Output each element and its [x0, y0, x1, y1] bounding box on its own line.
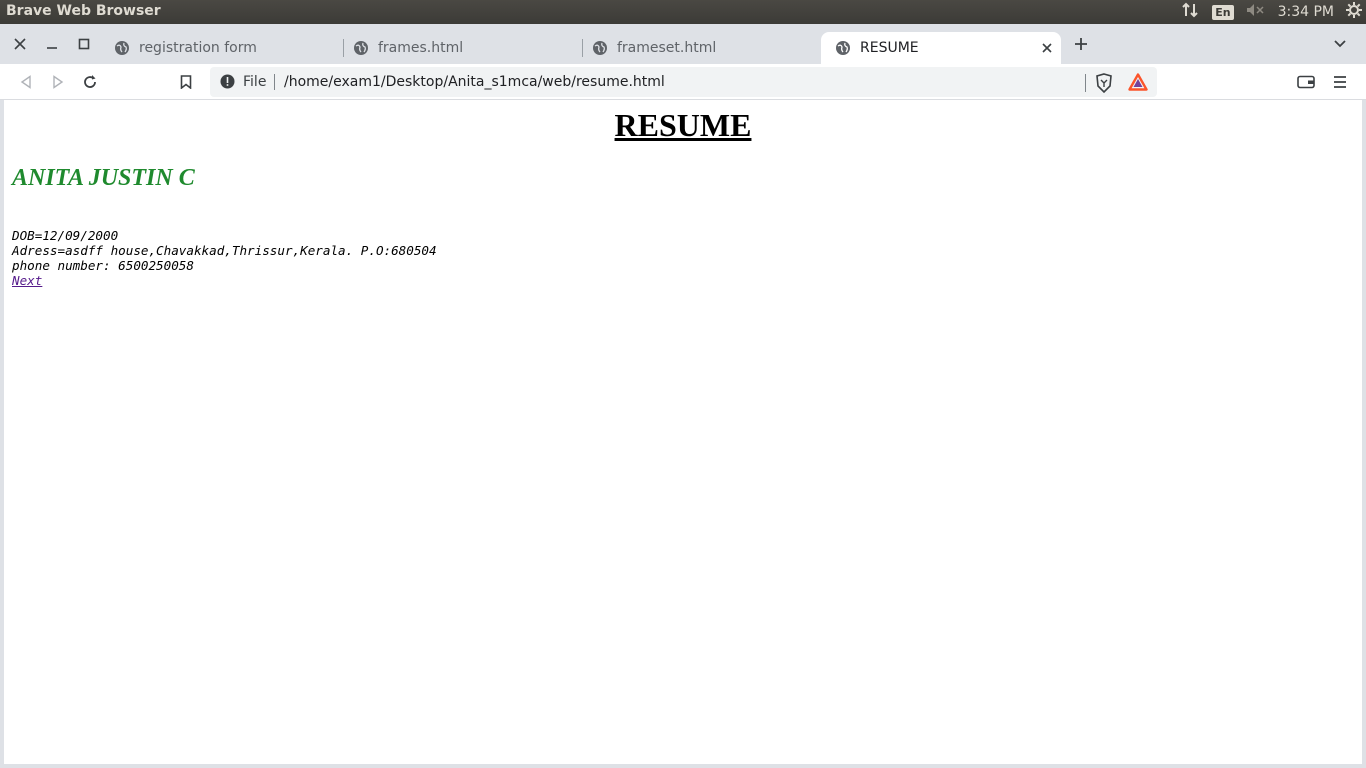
tab-close-icon[interactable] — [1039, 40, 1055, 56]
window-frame-right — [1362, 100, 1366, 768]
window-minimize-icon[interactable] — [38, 30, 66, 58]
window-maximize-icon[interactable] — [70, 30, 98, 58]
next-link[interactable]: Next — [12, 273, 42, 288]
tab-strip: registration form frames.html frameset.h… — [0, 24, 1366, 64]
globe-icon — [114, 40, 130, 56]
address-line: Adress=asdff house,Chavakkad,Thrissur,Ke… — [12, 243, 437, 258]
menu-hamburger-icon[interactable] — [1328, 70, 1352, 94]
volume-muted-icon[interactable] — [1246, 3, 1266, 21]
tab-resume[interactable]: RESUME — [821, 32, 1061, 64]
globe-icon — [592, 40, 608, 56]
url-divider — [274, 74, 275, 90]
tab-frames-html[interactable]: frames.html — [339, 32, 583, 64]
tab-registration-form[interactable]: registration form — [100, 32, 344, 64]
site-info-icon[interactable] — [220, 74, 235, 93]
globe-icon — [835, 40, 851, 56]
forward-arrow-icon[interactable] — [46, 70, 70, 94]
bookmark-icon[interactable] — [174, 70, 198, 94]
brave-rewards-icon[interactable] — [1128, 73, 1148, 95]
back-arrow-icon[interactable] — [14, 70, 38, 94]
keyboard-language-indicator[interactable]: En — [1212, 4, 1234, 20]
tab-label: RESUME — [860, 40, 919, 56]
tab-label: registration form — [139, 40, 257, 56]
address-bar[interactable]: File /home/exam1/Desktop/Anita_s1mca/web… — [210, 67, 1157, 97]
settings-gear-icon[interactable] — [1346, 2, 1362, 22]
url-text[interactable]: /home/exam1/Desktop/Anita_s1mca/web/resu… — [284, 74, 665, 90]
window-frame-bottom — [0, 764, 1366, 768]
tab-label: frames.html — [378, 40, 464, 56]
system-tray: En 3:34 PM — [1182, 0, 1366, 24]
tab-label: frameset.html — [617, 40, 717, 56]
app-title: Brave Web Browser — [6, 3, 161, 19]
globe-icon — [353, 40, 369, 56]
window-close-icon[interactable] — [6, 30, 34, 58]
clock[interactable]: 3:34 PM — [1278, 4, 1334, 20]
page-content: RESUME ANITA JUSTIN C DOB=12/09/2000 Adr… — [4, 101, 1362, 764]
phone-line: phone number: 6500250058 — [12, 258, 194, 273]
system-top-bar: Brave Web Browser En 3:34 PM — [0, 0, 1366, 24]
dob-line: DOB=12/09/2000 — [12, 228, 119, 243]
tab-frameset-html[interactable]: frameset.html — [578, 32, 822, 64]
reload-icon[interactable] — [78, 70, 102, 94]
resume-heading: RESUME — [614, 107, 752, 143]
wallet-icon[interactable] — [1294, 70, 1318, 94]
brave-shields-icon[interactable] — [1095, 73, 1113, 97]
url-scheme-label: File — [243, 74, 267, 90]
resume-details: DOB=12/09/2000 Adress=asdff house,Chavak… — [12, 228, 437, 288]
tab-search-chevron-down-icon[interactable] — [1326, 30, 1354, 58]
network-transfer-icon[interactable] — [1182, 2, 1200, 22]
candidate-name: ANITA JUSTIN C — [12, 165, 195, 191]
browser-toolbar: File /home/exam1/Desktop/Anita_s1mca/web… — [0, 64, 1366, 100]
new-tab-plus-icon[interactable] — [1067, 30, 1095, 58]
omnibox-divider — [1085, 74, 1086, 92]
